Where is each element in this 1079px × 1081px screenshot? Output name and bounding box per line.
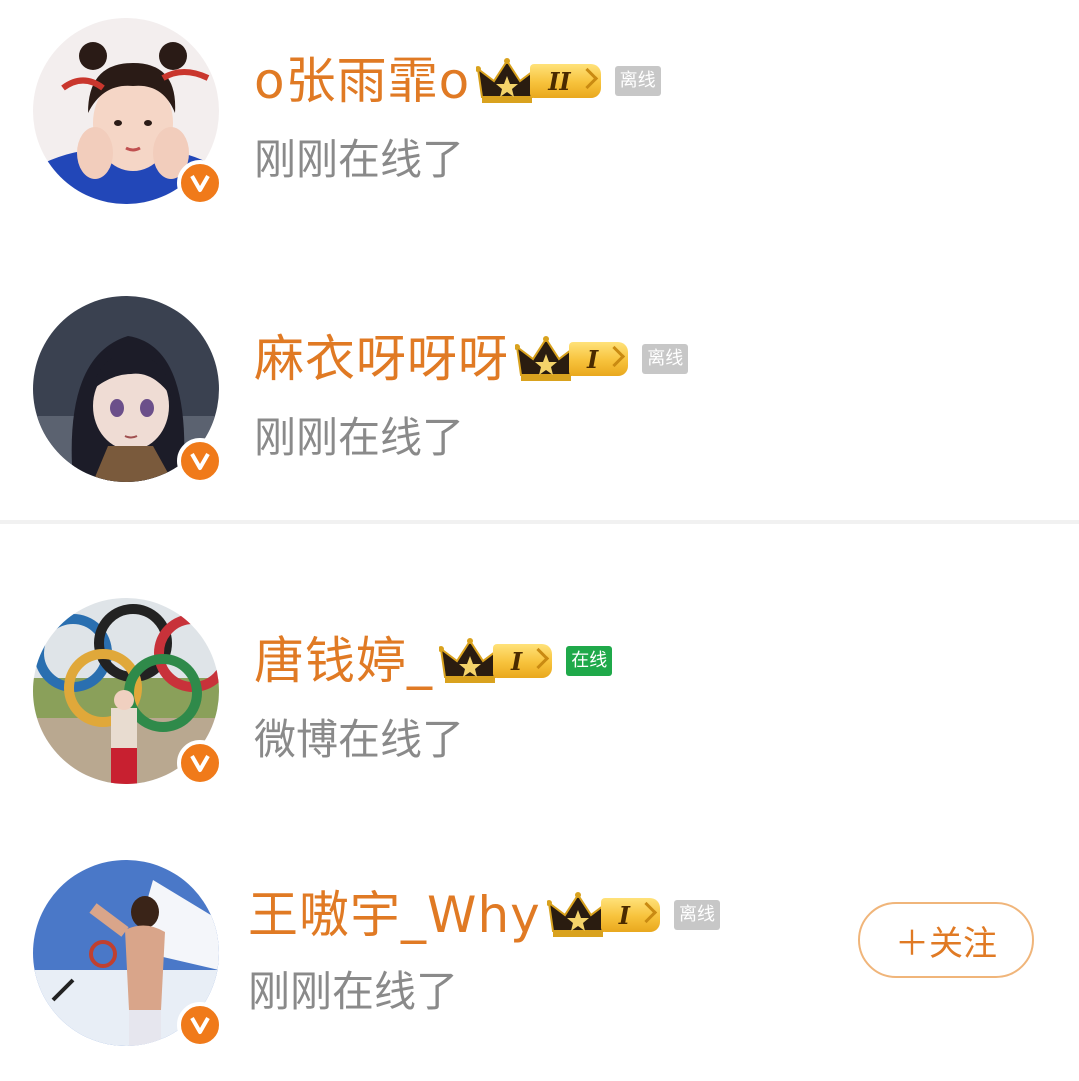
crown-icon xyxy=(476,58,539,103)
activity-text: 刚刚在线了 xyxy=(248,967,459,1016)
crown-icon xyxy=(546,892,609,937)
status-badge: 在线 xyxy=(566,646,613,676)
crown-icon xyxy=(439,638,501,683)
name-line: o张雨霏o II 离线 xyxy=(254,46,661,116)
level-text: I xyxy=(587,344,599,374)
avatar[interactable] xyxy=(33,18,223,206)
status-badge: 离线 xyxy=(614,66,661,96)
verified-badge-icon xyxy=(177,740,223,786)
avatar[interactable] xyxy=(33,598,223,786)
name-line: 唐钱婷_ I 在线 xyxy=(254,626,613,696)
avatar[interactable] xyxy=(33,860,223,1048)
user-name[interactable]: 王嗷宇_Why xyxy=(248,880,541,950)
activity-text: 刚刚在线了 xyxy=(254,413,465,462)
user-name[interactable]: o张雨霏o xyxy=(254,46,470,116)
level-text: I xyxy=(618,900,630,930)
verified-badge-icon xyxy=(177,1002,223,1048)
avatar[interactable] xyxy=(33,296,223,484)
verified-badge-icon xyxy=(177,160,223,206)
level-text: II xyxy=(548,66,571,96)
membership-badge: I xyxy=(439,637,553,685)
level-bar: II xyxy=(530,64,601,98)
name-line: 王嗷宇_Why I 离线 xyxy=(248,880,720,950)
membership-badge: II xyxy=(476,57,601,105)
activity-text: 微博在线了 xyxy=(254,715,465,764)
membership-badge: I xyxy=(546,891,660,939)
level-bar: I xyxy=(600,898,660,932)
user-name[interactable]: 麻衣呀呀呀 xyxy=(254,324,509,394)
level-bar: I xyxy=(569,342,629,376)
crown-icon xyxy=(515,336,577,381)
user-name[interactable]: 唐钱婷_ xyxy=(254,626,433,696)
level-bar: I xyxy=(493,644,553,678)
level-text: I xyxy=(511,646,523,676)
activity-text: 刚刚在线了 xyxy=(254,135,465,184)
user-row[interactable]: o张雨霏o II 离线 刚刚在线了 xyxy=(0,0,1079,260)
verified-badge-icon xyxy=(177,438,223,484)
user-row[interactable]: 唐钱婷_ I 在线 微博在线了 xyxy=(0,524,1079,814)
membership-badge: I xyxy=(515,335,629,383)
follow-button[interactable]: ＋关注 xyxy=(858,902,1034,978)
status-badge: 离线 xyxy=(642,344,689,374)
name-line: 麻衣呀呀呀 I 离线 xyxy=(254,324,689,394)
user-row[interactable]: 麻衣呀呀呀 I 离线 刚刚在线了 xyxy=(0,260,1079,520)
status-badge: 离线 xyxy=(673,900,720,930)
